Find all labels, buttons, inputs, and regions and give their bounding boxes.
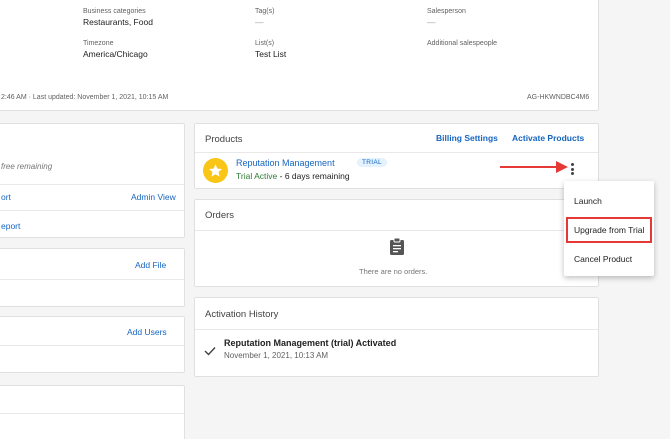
- trial-status: Trial Active - 6 days remaining: [236, 171, 350, 181]
- left-divider-5: [0, 413, 184, 414]
- billing-settings-link[interactable]: Billing Settings: [436, 133, 498, 143]
- free-remaining-text: free remaining: [1, 162, 53, 171]
- star-icon: [203, 158, 228, 183]
- left-divider-3: [0, 279, 184, 280]
- left-card-files: Add File: [0, 248, 185, 307]
- add-file-link[interactable]: Add File: [135, 260, 166, 270]
- activation-history-title: Activation History: [205, 309, 279, 320]
- menu-item-cancel-product[interactable]: Cancel Product: [564, 244, 654, 273]
- menu-item-launch[interactable]: Launch: [564, 186, 654, 215]
- product-name-link[interactable]: Reputation Management: [236, 158, 335, 168]
- add-users-link[interactable]: Add Users: [127, 327, 167, 337]
- annotation-arrow: [500, 161, 568, 173]
- trial-badge: TRIAL: [357, 158, 387, 167]
- left-card-users: Add Users: [0, 316, 185, 373]
- additional-salespeople-label: Additional salespeople: [427, 40, 498, 47]
- products-title: Products: [205, 134, 243, 145]
- left-card-1: free remaining ort Admin View eport: [0, 123, 185, 238]
- timezone-value: America/Chicago: [83, 49, 148, 59]
- orders-divider: [195, 230, 598, 231]
- account-details-card: Business categories Restaurants, Food Ta…: [0, 0, 599, 111]
- activation-divider: [195, 329, 598, 330]
- left-divider-1: [0, 184, 184, 185]
- business-categories-value: Restaurants, Food: [83, 17, 153, 27]
- upgrade-highlight-box: [566, 217, 652, 243]
- activate-products-link[interactable]: Activate Products: [512, 133, 584, 143]
- timezone-label: Timezone: [83, 40, 114, 47]
- lists-label: List(s): [255, 40, 275, 47]
- lists-value: Test List: [255, 49, 287, 59]
- activation-entry-title: Reputation Management (trial) Activated: [224, 338, 397, 348]
- clipboard-icon: [389, 237, 405, 260]
- activation-entry-date: November 1, 2021, 10:13 AM: [224, 351, 329, 360]
- orders-title: Orders: [205, 210, 235, 221]
- salesperson-value: —: [427, 17, 436, 27]
- products-divider: [195, 152, 598, 153]
- days-remaining-text: - 6 days remaining: [277, 171, 350, 181]
- salesperson-label: Salesperson: [427, 8, 466, 15]
- report-link[interactable]: ort: [1, 192, 11, 202]
- business-categories-label: Business categories: [83, 8, 146, 15]
- left-card-bottom: [0, 385, 185, 439]
- report-link-2[interactable]: eport: [1, 221, 20, 231]
- admin-view-link[interactable]: Admin View: [131, 192, 176, 202]
- account-id: AG-HKWNDBC4M6: [527, 94, 590, 101]
- check-icon: [204, 343, 216, 361]
- tags-value: —: [255, 17, 264, 27]
- orders-empty-text: There are no orders.: [359, 267, 428, 276]
- meta-line: 2:46 AM · Last updated: November 1, 2021…: [1, 94, 169, 101]
- left-divider-2: [0, 210, 184, 211]
- product-context-menu: Launch Upgrade from Trial Cancel Product: [564, 181, 654, 276]
- trial-active-text: Trial Active: [236, 171, 278, 181]
- left-divider-4: [0, 345, 184, 346]
- activation-history-card: Activation History Reputation Management…: [194, 297, 599, 377]
- orders-card: Orders There are no orders.: [194, 199, 599, 287]
- products-card: Products Billing Settings Activate Produ…: [194, 123, 599, 189]
- tags-label: Tag(s): [255, 8, 275, 15]
